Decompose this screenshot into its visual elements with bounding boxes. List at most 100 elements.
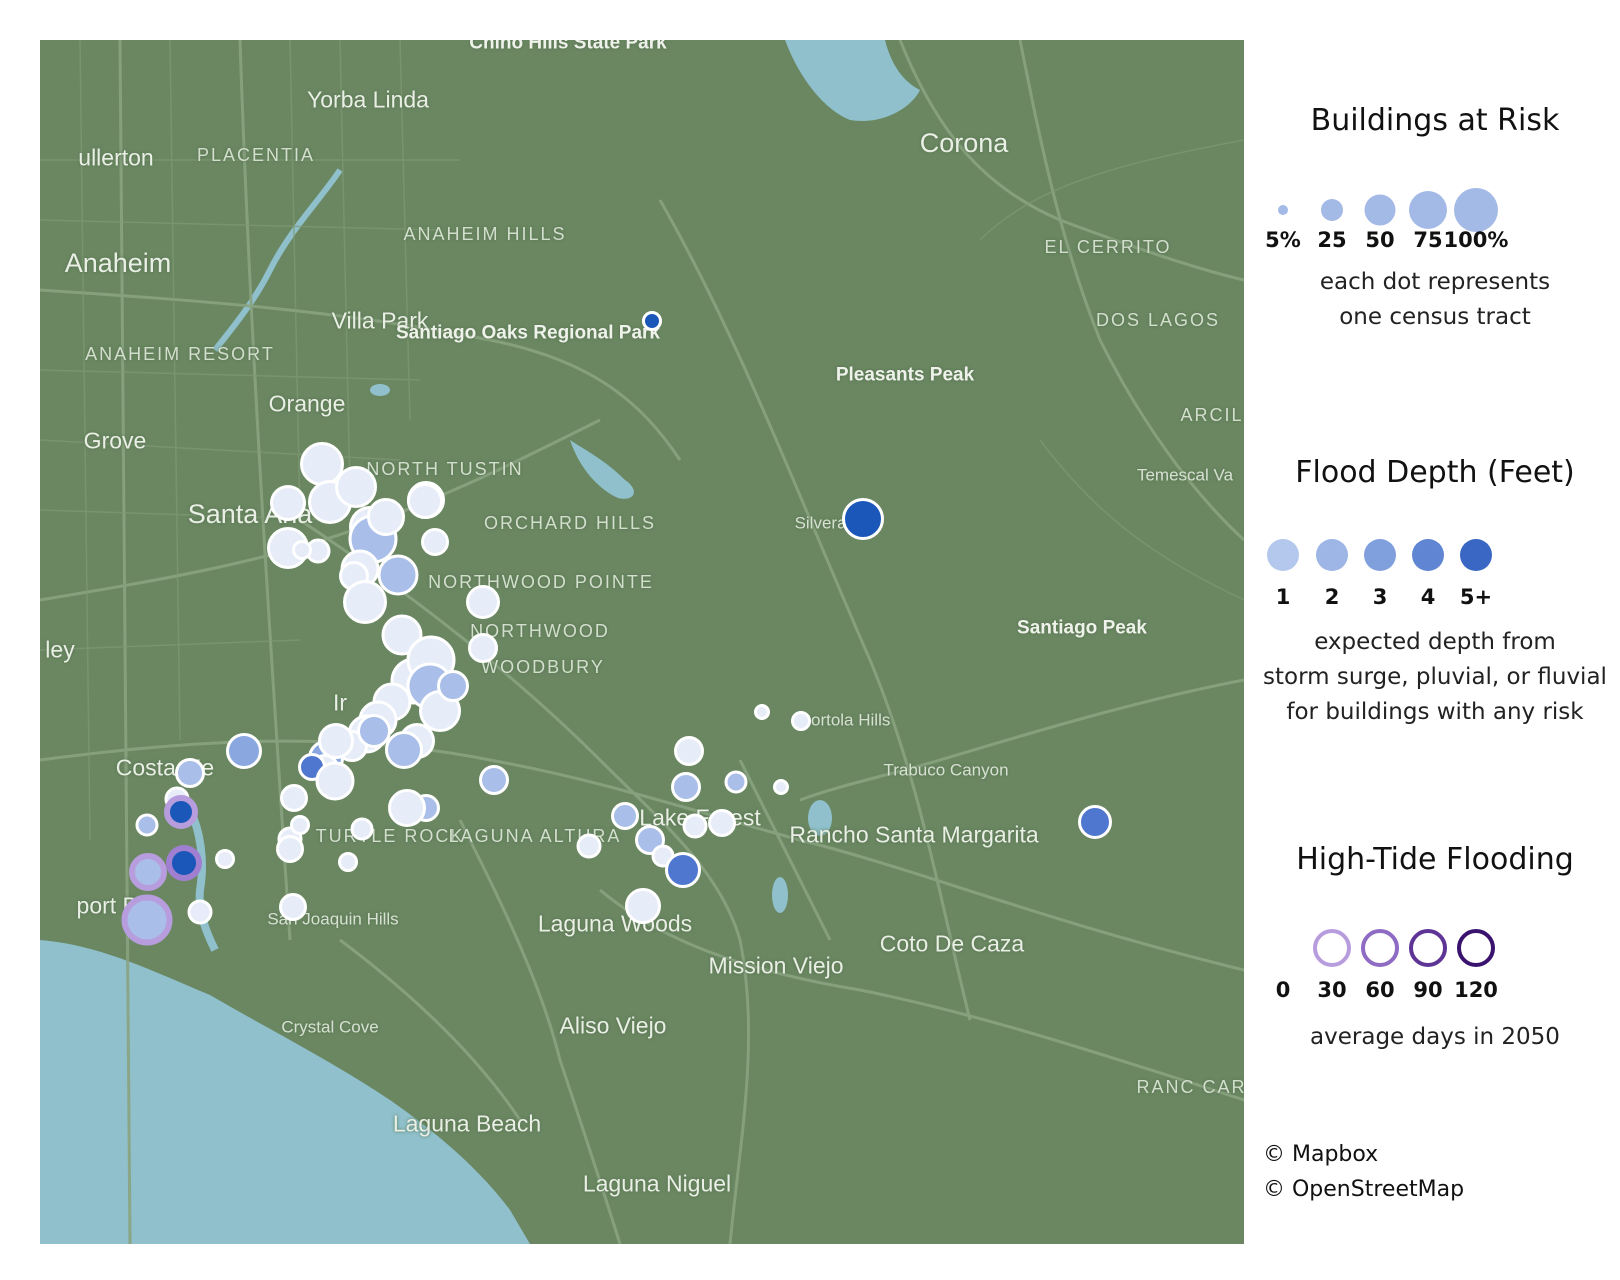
tract-dot[interactable] (671, 772, 701, 802)
risk-desc-line: each dot represents (1319, 269, 1551, 295)
legend: Buildings at Risk 5% 25 50 75 100% each dot … (1250, 40, 1620, 1244)
tract-dot[interactable] (175, 758, 205, 788)
tract-dot[interactable] (215, 849, 235, 869)
tract-dot-high-tide[interactable] (121, 894, 173, 946)
depth-legend-label: 3 (1372, 585, 1388, 609)
tract-dot[interactable] (357, 714, 391, 748)
tract-dot[interactable] (388, 789, 426, 827)
tract-dot-high-tide[interactable] (166, 845, 202, 881)
tract-dot[interactable] (338, 852, 358, 872)
place-label: Ir (332, 689, 348, 716)
tract-dot[interactable] (280, 784, 308, 812)
tract-dot[interactable] (350, 817, 374, 841)
openstreetmap-credit[interactable]: © OpenStreetMap (1263, 1177, 1464, 1202)
place-label: Grove (83, 427, 147, 454)
tract-dot[interactable] (385, 731, 423, 769)
flood-risk-map[interactable]: Chino Hills State Park Yorba Linda ullerto… (40, 40, 1244, 1244)
risk-legend-swatch (1454, 188, 1498, 232)
place-label: DOS LAGOS (1095, 310, 1221, 331)
risk-legend-label: 50 (1365, 228, 1395, 252)
place-label: Aliso Viejo (559, 1012, 667, 1039)
tract-dot[interactable] (479, 765, 509, 795)
depth-desc-line: storm surge, pluvial, or fluvial (1263, 664, 1607, 690)
tide-desc-line: average days in 2050 (1310, 1024, 1560, 1050)
risk-legend-swatch (1278, 205, 1288, 215)
tract-dot[interactable] (754, 704, 770, 720)
place-label: Laguna Woods (537, 910, 693, 937)
tract-dot-high-tide[interactable] (164, 795, 198, 829)
tract-dot[interactable] (292, 540, 312, 560)
tract-dot[interactable] (318, 723, 354, 759)
risk-legend-swatch (1409, 191, 1447, 229)
tract-dot[interactable] (611, 802, 639, 830)
tract-dot[interactable] (665, 852, 701, 888)
tract-dot[interactable] (724, 770, 748, 794)
risk-description: each dot represents one census tract (1250, 265, 1620, 335)
tract-dot[interactable] (135, 813, 159, 837)
place-label: Mission Viejo (708, 952, 844, 979)
tract-dot[interactable] (421, 528, 449, 556)
place-label: TURTLE ROCK (315, 826, 465, 847)
depth-desc-line: expected depth from (1314, 629, 1556, 655)
tract-dot[interactable] (642, 311, 662, 331)
tract-dot[interactable] (187, 899, 213, 925)
place-label: Anaheim (64, 248, 172, 279)
tide-legend-label: 0 (1275, 978, 1291, 1002)
tract-dot[interactable] (279, 893, 307, 921)
depth-legend-swatch (1316, 539, 1348, 571)
place-label: Pleasants Peak (835, 364, 975, 386)
tract-dot[interactable] (842, 498, 884, 540)
place-label: EL CERRITO (1044, 237, 1172, 258)
place-label: Crystal Cove (281, 1017, 379, 1037)
tide-legend-swatch (1409, 929, 1447, 967)
tract-dot[interactable] (791, 711, 811, 731)
tide-legend-swatch (1361, 929, 1399, 967)
tract-dot[interactable] (682, 813, 708, 839)
tract-dot[interactable] (226, 733, 262, 769)
place-label: Portola Hills (799, 710, 891, 730)
place-label: ANAHEIM RESORT (85, 344, 275, 365)
tract-dot[interactable] (468, 633, 498, 663)
place-label: Laguna Niguel (582, 1170, 732, 1197)
tract-dot[interactable] (625, 888, 661, 924)
tide-legend-label: 30 (1317, 978, 1347, 1002)
mapbox-credit[interactable]: © Mapbox (1263, 1142, 1378, 1167)
tide-description: average days in 2050 (1250, 1020, 1620, 1055)
tract-dot[interactable] (276, 835, 304, 863)
tract-dot[interactable] (674, 736, 704, 766)
tide-legend-swatch (1264, 929, 1302, 967)
tract-dot[interactable] (1078, 805, 1112, 839)
place-label: Corona (919, 128, 1009, 159)
tract-dot[interactable] (335, 466, 377, 508)
depth-legend-label: 4 (1420, 585, 1436, 609)
tract-dot[interactable] (437, 670, 469, 702)
tract-dot-high-tide[interactable] (129, 853, 167, 891)
tract-dot[interactable] (270, 485, 306, 521)
place-label: ANAHEIM HILLS (403, 224, 567, 245)
place-label: NORTHWOOD POINTE (428, 572, 654, 593)
depth-legend-label: 5+ (1459, 585, 1493, 609)
depth-legend-label: 1 (1275, 585, 1291, 609)
place-label: NORTH TUSTIN (366, 459, 524, 480)
place-label: Santiago Peak (1017, 617, 1147, 639)
place-label: Orange (268, 390, 346, 417)
place-label: ARCIL (1180, 405, 1244, 426)
tract-dot[interactable] (407, 483, 443, 519)
place-label: Coto De Caza (879, 930, 1025, 957)
tide-legend-label: 120 (1454, 978, 1498, 1002)
risk-legend-label: 5% (1265, 228, 1301, 252)
place-label: Rancho Santa Margarita (789, 821, 1039, 848)
tide-legend-label: 60 (1365, 978, 1395, 1002)
tract-dot[interactable] (773, 779, 789, 795)
place-label: Yorba Linda (307, 86, 429, 113)
tract-dot[interactable] (576, 833, 602, 859)
tide-legend-swatch (1457, 929, 1495, 967)
tract-dot[interactable] (708, 809, 736, 837)
tract-dot[interactable] (343, 580, 387, 624)
tract-dot[interactable] (290, 815, 310, 835)
tide-legend-label: 90 (1413, 978, 1443, 1002)
tract-dot[interactable] (466, 585, 500, 619)
tract-dot[interactable] (315, 761, 355, 801)
tract-dot[interactable] (367, 498, 405, 536)
risk-legend-swatch (1321, 199, 1343, 221)
